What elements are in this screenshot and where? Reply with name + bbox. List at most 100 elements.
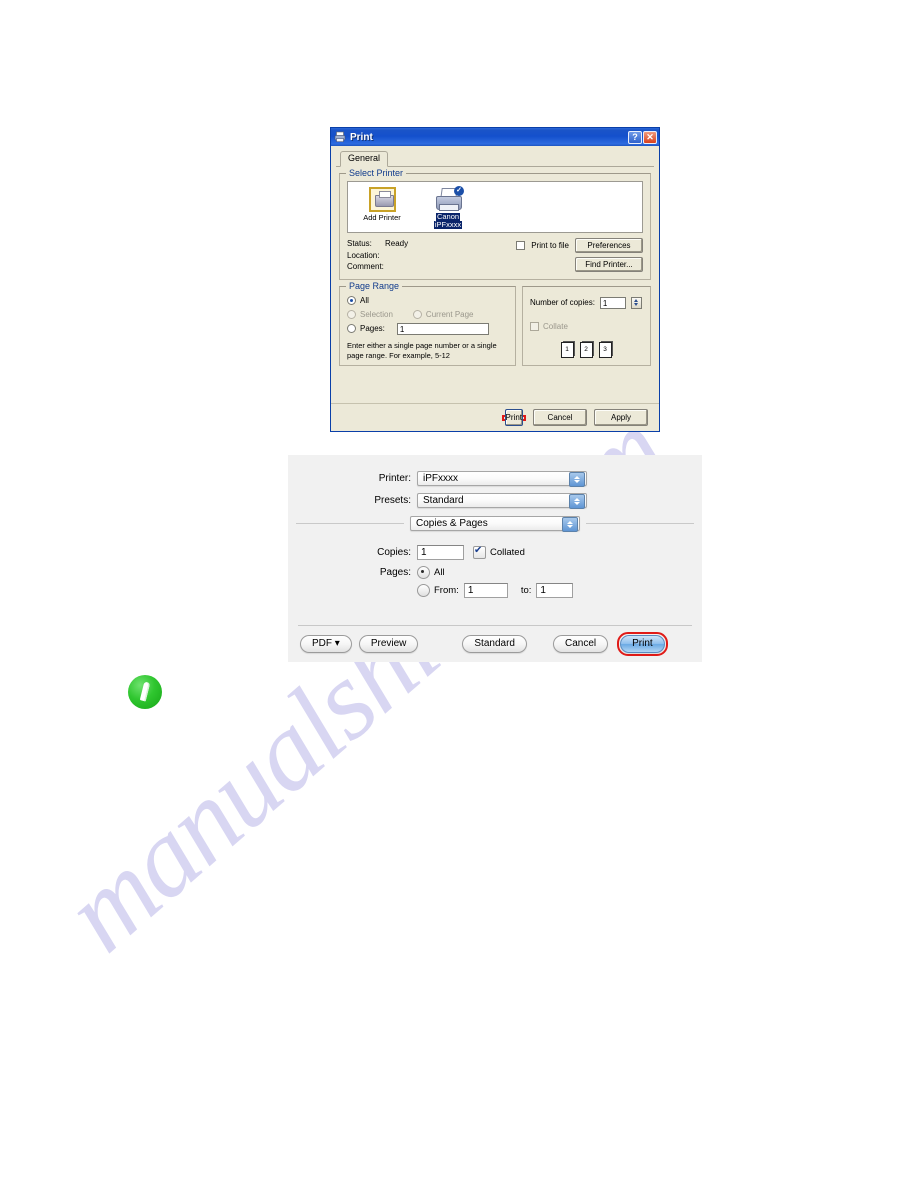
mac-pages-all-label: All [434, 566, 445, 578]
radio-selection-icon[interactable] [347, 310, 356, 319]
printer-icon [334, 131, 346, 143]
preferences-button[interactable]: Preferences [575, 238, 643, 253]
printer-item-add-printer[interactable]: Add Printer [356, 187, 408, 232]
mac-presets-label: Presets: [374, 494, 411, 506]
mac-cancel-button[interactable]: Cancel [552, 635, 609, 653]
number-of-copies-stepper[interactable] [630, 296, 642, 309]
page-range-option-pages[interactable]: Pages: 1 [347, 322, 509, 336]
mac-pages-to-label: to: [520, 584, 532, 596]
status-value: Ready [385, 239, 409, 248]
printer-item-label: Add Printer [363, 213, 401, 222]
mac-pane-value: Copies & Pages [416, 517, 488, 529]
divider [586, 522, 694, 524]
cancel-button[interactable]: Cancel [533, 409, 587, 426]
status-row: Status: Ready [347, 238, 503, 250]
collate-row: Collate [530, 320, 643, 334]
pdf-button[interactable]: PDF ▾ [300, 635, 352, 653]
standard-button[interactable]: Standard [462, 635, 527, 653]
mac-pane-row: Copies & Pages [288, 511, 702, 535]
mac-presets-select[interactable]: Standard [417, 492, 587, 509]
comment-label: Comment: [347, 262, 384, 271]
print-button-highlight: Print [501, 408, 526, 426]
add-printer-icon [368, 187, 396, 212]
divider [296, 522, 404, 524]
collate-label: Collate [543, 321, 568, 331]
page-range-legend: Page Range [346, 280, 403, 291]
page-range-hint-line2: page range. For example, 5-12 [347, 350, 450, 360]
page-range-hint-line1: Enter either a single page number or a s… [347, 340, 497, 350]
mac-pages-to-input[interactable]: 1 [536, 582, 574, 598]
mac-print-button-highlight: Print [617, 632, 668, 656]
page-range-row-selection-current: Selection Current Page [347, 308, 509, 322]
chevron-updown-icon[interactable] [569, 471, 585, 487]
page-range-option-label: Selection [360, 309, 393, 319]
collate-preview-front: 2 [579, 341, 593, 358]
preview-button[interactable]: Preview [358, 635, 419, 653]
page-range-option-all[interactable]: All [347, 294, 509, 308]
mac-pages-all-row: Pages: All [288, 563, 702, 581]
radio-current-page-icon[interactable] [412, 310, 422, 319]
mac-copies-input[interactable]: 1 [417, 544, 464, 560]
mac-pane-select[interactable]: Copies & Pages [410, 515, 580, 532]
collate-preview-front: 1 [560, 341, 574, 358]
windows-dialog-titlebar: Print ? ✕ [331, 128, 659, 146]
printer-item-label-2: iPFxxxx [433, 220, 463, 229]
printer-item-canon-ipfxxxx[interactable]: ✓ Canon iPFxxxx [422, 186, 474, 232]
radio-pages-all-icon[interactable] [417, 565, 430, 579]
chevron-updown-icon[interactable] [569, 493, 585, 509]
number-of-copies-label: Number of copies: [530, 297, 595, 307]
windows-print-dialog: Print ? ✕ General Select Printer Add Pri… [330, 127, 660, 432]
close-icon[interactable]: ✕ [643, 130, 657, 144]
location-label: Location: [347, 250, 380, 260]
mac-pages-from-row: From: 1 to: 1 [288, 581, 702, 599]
mac-pages-from-input[interactable]: 1 [463, 582, 508, 598]
print-button[interactable]: Print [504, 408, 523, 426]
mac-printer-value: iPFxxxx [423, 472, 458, 484]
mac-presets-value: Standard [423, 494, 464, 506]
page-range-group: Page Range All Selection Current Page Pa… [339, 280, 516, 366]
mac-pages-label: Pages: [379, 566, 411, 578]
mac-printer-row: Printer: iPFxxxx [288, 467, 702, 489]
number-of-copies-input[interactable]: 1 [599, 296, 626, 309]
mac-presets-row: Presets: Standard [288, 489, 702, 511]
windows-dialog-footer: Print Cancel Apply [331, 403, 659, 431]
radio-pages-from-icon[interactable] [417, 583, 430, 597]
copies-group: Number of copies: 1 Collate 1 1 [522, 285, 651, 366]
page-range-hint: Enter either a single page number or a s… [347, 341, 509, 361]
page-range-option-label: Current Page [425, 309, 474, 319]
status-label: Status: [347, 239, 372, 248]
number-of-copies-row: Number of copies: 1 [530, 296, 643, 310]
radio-pages-icon[interactable] [347, 324, 356, 333]
print-to-file-label: Print to file [531, 241, 569, 250]
select-printer-group: Select Printer Add Printer ✓ Canon iPFxx… [339, 168, 651, 280]
find-printer-button[interactable]: Find Printer... [575, 257, 643, 272]
note-pencil-icon [128, 675, 162, 709]
printer-status-block: Status: Ready Location: Comment: Print t… [347, 238, 643, 273]
printer-list[interactable]: Add Printer ✓ Canon iPFxxxx [347, 181, 643, 233]
collate-preview-page: 2 2 [579, 340, 594, 358]
page-range-option-label: Pages: [360, 323, 385, 333]
collate-preview-front: 3 [598, 341, 612, 358]
mac-printer-label: Printer: [378, 472, 411, 484]
mac-pages-from-label: From: [434, 584, 459, 596]
mac-print-button[interactable]: Print [620, 635, 665, 653]
collated-label: Collated [490, 546, 525, 558]
collate-preview-page: 3 3 [598, 340, 613, 358]
collate-checkbox[interactable] [530, 322, 539, 331]
help-button[interactable]: ? [628, 130, 642, 144]
mac-dialog-footer: PDF ▾ Preview Standard Cancel Print [288, 626, 702, 662]
mac-printer-select[interactable]: iPFxxxx [417, 470, 587, 487]
default-printer-badge-icon: ✓ [454, 186, 464, 196]
pages-input[interactable]: 1 [396, 322, 489, 335]
select-printer-legend: Select Printer [346, 168, 407, 178]
windows-dialog-title: Print [350, 131, 373, 143]
print-to-file-checkbox[interactable] [516, 241, 526, 250]
collate-preview: 1 1 2 2 3 3 [530, 340, 643, 358]
chevron-updown-icon[interactable] [562, 516, 578, 532]
radio-all-icon[interactable] [347, 296, 356, 305]
collated-checkbox[interactable] [473, 545, 486, 559]
mac-copies-row: Copies: 1 Collated [288, 541, 702, 563]
comment-row: Comment: [347, 261, 503, 273]
apply-button[interactable]: Apply [594, 409, 648, 426]
tab-general[interactable]: General [340, 151, 389, 167]
